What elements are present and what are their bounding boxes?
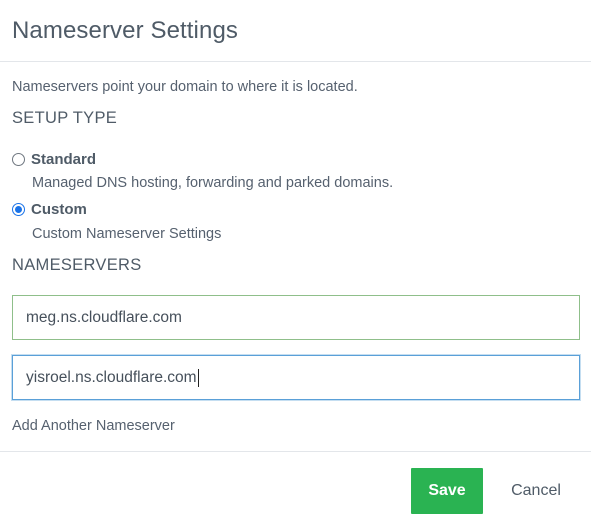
- radio-option-standard[interactable]: Standard: [12, 151, 96, 168]
- save-button[interactable]: Save: [411, 468, 483, 514]
- dialog-header: Nameserver Settings: [0, 0, 591, 62]
- radio-option-custom[interactable]: Custom: [12, 201, 87, 218]
- nameserver-input-1[interactable]: [12, 295, 580, 340]
- standard-radio-button[interactable]: [12, 153, 25, 166]
- dialog-footer: Save Cancel: [0, 451, 591, 524]
- custom-radio-label[interactable]: Custom: [31, 201, 87, 218]
- standard-radio-label[interactable]: Standard: [31, 151, 96, 168]
- nameserver-settings-dialog: Nameserver Settings Nameservers point yo…: [0, 0, 591, 524]
- nameserver-input-2[interactable]: [12, 355, 580, 400]
- setup-type-heading: SETUP TYPE: [12, 109, 118, 127]
- custom-option-description: Custom Nameserver Settings: [32, 226, 222, 242]
- dialog-description: Nameservers point your domain to where i…: [12, 79, 358, 95]
- dialog-title: Nameserver Settings: [12, 17, 238, 44]
- nameservers-heading: NAMESERVERS: [12, 256, 142, 274]
- cancel-button[interactable]: Cancel: [498, 468, 574, 514]
- standard-option-description: Managed DNS hosting, forwarding and park…: [32, 175, 394, 191]
- text-caret: [198, 369, 199, 387]
- add-another-nameserver-link[interactable]: Add Another Nameserver: [12, 418, 175, 434]
- custom-radio-button[interactable]: [12, 203, 25, 216]
